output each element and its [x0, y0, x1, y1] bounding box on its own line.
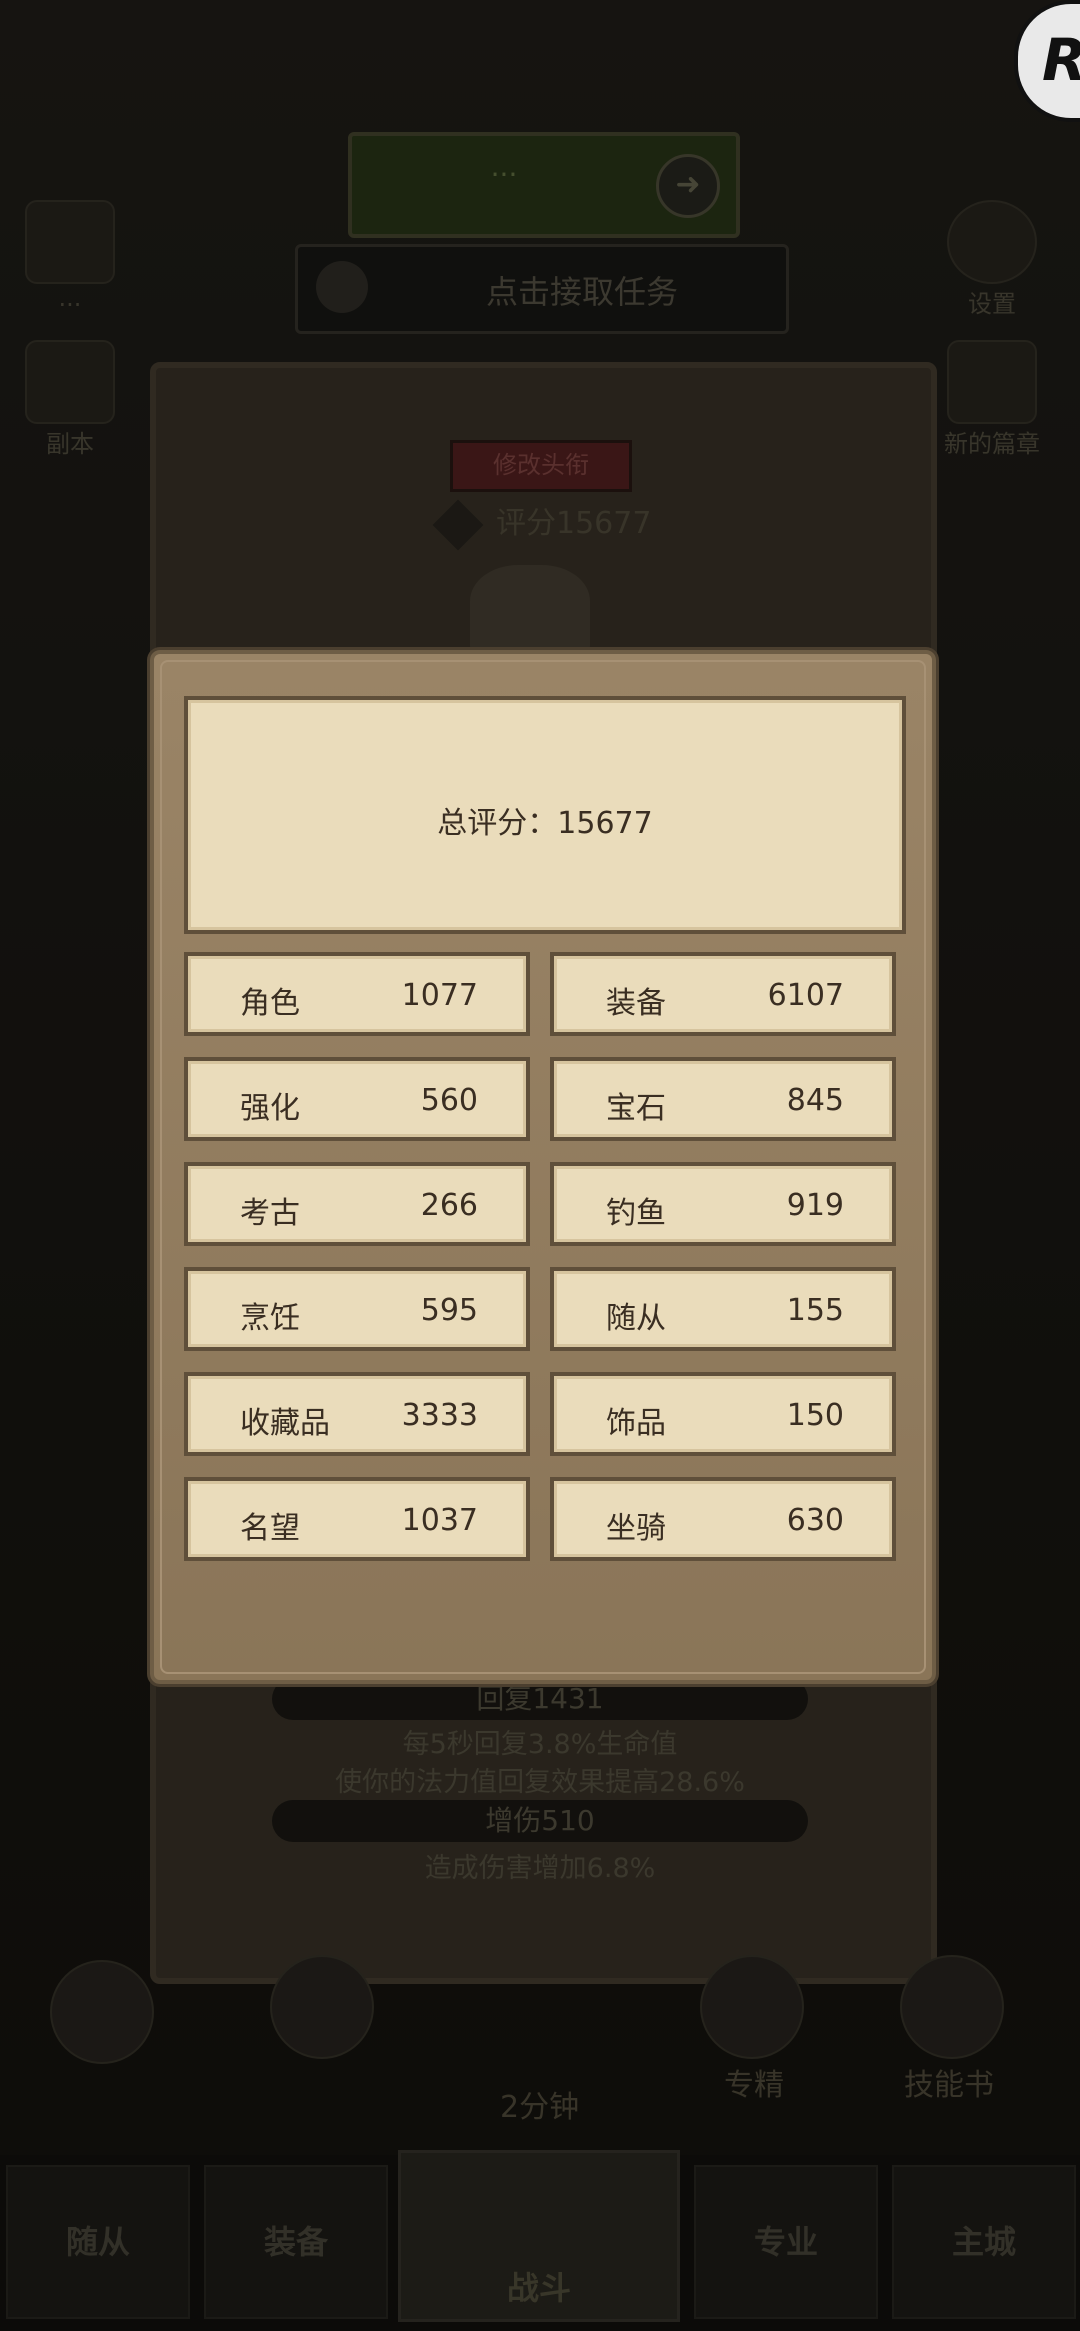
stat-cell-cooking: 烹饪 595 — [184, 1267, 530, 1351]
stat-label: 名望 — [240, 1511, 300, 1546]
stat-label: 坐骑 — [606, 1511, 666, 1546]
stat-value: 630 — [786, 1503, 844, 1538]
stat-value: 1077 — [401, 978, 478, 1013]
total-score-card: 总评分：15677 — [184, 696, 906, 934]
stat-label: 烹饪 — [240, 1301, 300, 1336]
total-score: 总评分：15677 — [437, 806, 653, 841]
stat-cell-fishing: 钓鱼 919 — [550, 1162, 896, 1246]
stat-label: 考古 — [240, 1196, 300, 1231]
stat-label: 装备 — [606, 986, 666, 1021]
stat-label: 角色 — [240, 986, 300, 1021]
stat-cell-followers: 随从 155 — [550, 1267, 896, 1351]
stat-cell-collectibles: 收藏品 3333 — [184, 1372, 530, 1456]
stat-cell-reputation: 名望 1037 — [184, 1477, 530, 1561]
score-breakdown-dialog: 总评分：15677 角色 1077 装备 6107 强化 560 宝石 845 … — [150, 650, 936, 1684]
stat-label: 钓鱼 — [606, 1196, 666, 1231]
stat-value: 155 — [786, 1293, 844, 1328]
stat-label: 宝石 — [606, 1091, 666, 1126]
stat-label: 随从 — [606, 1301, 666, 1336]
stat-cell-equipment: 装备 6107 — [550, 952, 896, 1036]
stat-cell-archaeology: 考古 266 — [184, 1162, 530, 1246]
stat-cell-character: 角色 1077 — [184, 952, 530, 1036]
stat-value: 845 — [786, 1083, 844, 1118]
stat-value: 919 — [786, 1188, 844, 1223]
stat-value: 3333 — [401, 1398, 478, 1433]
stat-cell-enhance: 强化 560 — [184, 1057, 530, 1141]
stat-value: 560 — [420, 1083, 478, 1118]
stat-value: 595 — [420, 1293, 478, 1328]
stat-label: 饰品 — [606, 1406, 666, 1441]
stat-cell-accessories: 饰品 150 — [550, 1372, 896, 1456]
stat-cell-mount: 坐骑 630 — [550, 1477, 896, 1561]
stat-value: 150 — [786, 1398, 844, 1433]
stat-label: 收藏品 — [240, 1406, 330, 1441]
stat-cell-gem: 宝石 845 — [550, 1057, 896, 1141]
logo-letter: R — [1042, 26, 1080, 94]
stat-value: 6107 — [767, 978, 844, 1013]
stat-value: 266 — [420, 1188, 478, 1223]
stat-label: 强化 — [240, 1091, 300, 1126]
stat-value: 1037 — [401, 1503, 478, 1538]
